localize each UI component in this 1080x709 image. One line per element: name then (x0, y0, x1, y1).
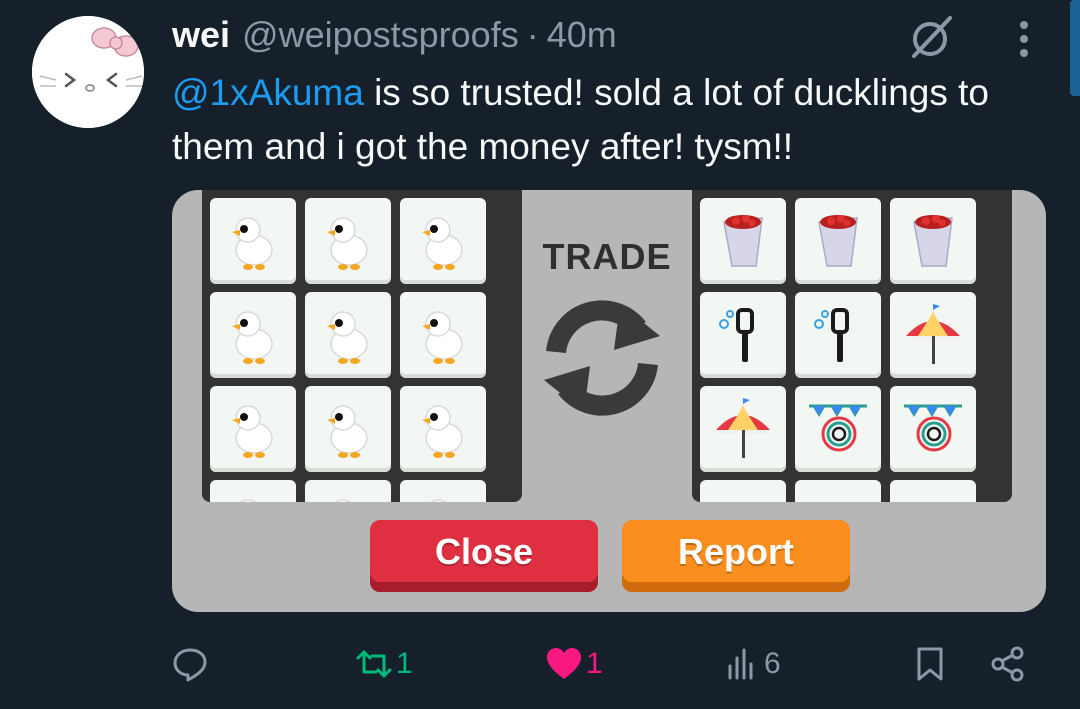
mention-link[interactable]: @1xAkuma (172, 72, 364, 113)
duckling-icon (422, 311, 463, 364)
reply-button[interactable] (172, 636, 212, 692)
tweet-image[interactable]: TRADE Close Report (172, 190, 1046, 612)
duckling-icon (422, 217, 463, 270)
duckling-icon (327, 405, 368, 458)
report-button-label: Report (678, 531, 794, 572)
berry-bag-icon (723, 215, 763, 267)
left-item-slot (210, 386, 296, 472)
duckling-icon (335, 499, 351, 502)
left-item-slot (400, 480, 486, 502)
bubble-wand-icon (719, 308, 754, 362)
bubble-wand-icon (814, 308, 849, 362)
left-item-slot (210, 480, 296, 502)
right-item-grid (700, 198, 976, 502)
trade-label: TRADE (542, 236, 672, 277)
right-item-slot (795, 480, 881, 502)
views-button[interactable]: 6 (724, 636, 781, 692)
right-item-slot (795, 292, 881, 378)
duckling-icon (232, 311, 273, 364)
left-item-slot (210, 198, 296, 284)
right-item-slot (795, 386, 881, 472)
avatar[interactable] (32, 16, 144, 128)
scroll-indicator (1070, 0, 1080, 96)
views-chart-icon (728, 648, 753, 680)
carnival-umbrella-icon (716, 398, 770, 458)
tweet-header: wei @weipostsproofs · 40m (172, 10, 617, 60)
left-item-slot (305, 480, 391, 502)
views-count: 6 (764, 647, 781, 680)
left-item-slot (305, 198, 391, 284)
right-item-slot (700, 292, 786, 378)
retweet-count: 1 (396, 647, 413, 680)
reply-icon (173, 648, 207, 682)
author-handle[interactable]: @weipostsproofs (242, 14, 519, 56)
trade-sync-icon (544, 300, 660, 416)
duckling-icon (327, 311, 368, 364)
like-count: 1 (586, 647, 603, 680)
berry-bag-icon (818, 215, 858, 267)
offer-panel-left (202, 190, 522, 502)
right-item-slot (700, 480, 786, 502)
left-item-grid (210, 198, 486, 502)
right-item-slot (890, 480, 976, 502)
left-item-slot (305, 386, 391, 472)
close-button: Close (370, 520, 598, 592)
offer-panel-right (692, 190, 1012, 502)
like-button[interactable]: 1 (546, 636, 603, 692)
bookmark-button[interactable] (912, 636, 948, 692)
report-button: Report (622, 520, 850, 592)
item-icon (898, 488, 968, 502)
separator-dot: · (526, 14, 539, 55)
left-item-slot (400, 386, 486, 472)
duckling-icon (430, 499, 446, 502)
duckling-icon (422, 405, 463, 458)
author-name[interactable]: wei (172, 14, 230, 56)
duckling-icon (240, 499, 256, 502)
bookmark-icon (917, 647, 943, 681)
tweet-text: @1xAkuma is so trusted! sold a lot of du… (172, 66, 1062, 174)
timestamp[interactable]: 40m (547, 14, 617, 56)
right-item-slot (890, 386, 976, 472)
tweet: wei @weipostsproofs · 40m @1xAkuma is so… (0, 0, 1080, 709)
left-item-slot (210, 292, 296, 378)
left-item-slot (400, 292, 486, 378)
left-item-slot (400, 198, 486, 284)
share-icon (991, 646, 1024, 682)
duckling-icon (232, 217, 273, 270)
hello-kitty-avatar-icon (32, 16, 144, 128)
left-item-slot (305, 292, 391, 378)
retweet-icon (356, 650, 392, 678)
share-button[interactable] (990, 636, 1026, 692)
right-item-slot (795, 198, 881, 284)
party-ring-icon (904, 404, 962, 452)
right-item-slot (890, 292, 976, 378)
right-item-slot (700, 386, 786, 472)
item-icon (803, 488, 873, 502)
action-bar: 1 1 6 (172, 636, 1032, 692)
grok-icon[interactable] (906, 12, 956, 62)
close-button-label: Close (434, 531, 534, 572)
duckling-icon (327, 217, 368, 270)
heart-icon (547, 648, 581, 679)
item-icon (708, 488, 778, 502)
right-item-slot (890, 198, 976, 284)
carnival-umbrella-icon (906, 304, 960, 364)
retweet-button[interactable]: 1 (356, 636, 413, 692)
more-options-icon[interactable] (1006, 16, 1042, 62)
duckling-icon (232, 405, 273, 458)
party-ring-icon (809, 404, 867, 452)
right-item-slot (700, 198, 786, 284)
berry-bag-icon (913, 215, 953, 267)
